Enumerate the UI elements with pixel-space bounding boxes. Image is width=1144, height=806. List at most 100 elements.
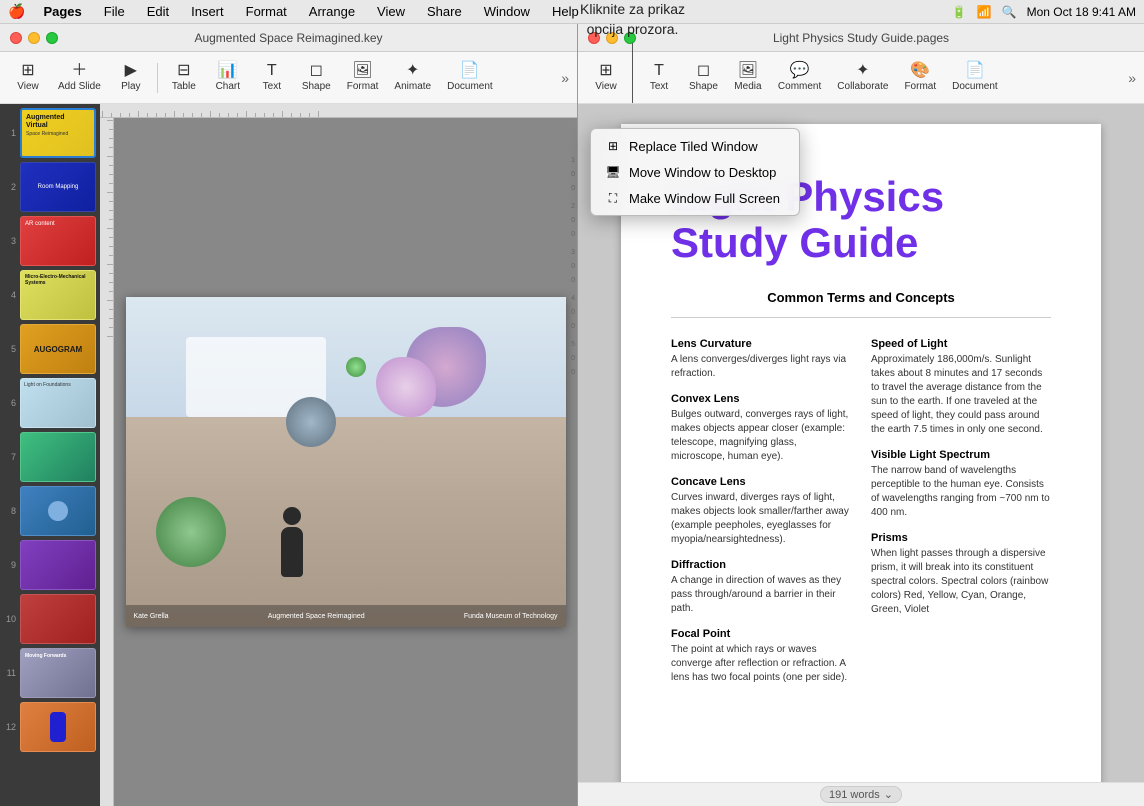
desktop: Augmented Space Reimagined.key ⊞ View ＋ … bbox=[0, 24, 1144, 806]
toolbar-view-label: View bbox=[17, 81, 39, 92]
menu-arrange[interactable]: Arrange bbox=[305, 2, 359, 21]
toolbar-format-keynote[interactable]: 🖼 Format bbox=[341, 59, 385, 96]
word-count-badge[interactable]: 191 words ⌄ bbox=[820, 786, 902, 803]
thumb-box-9[interactable] bbox=[20, 540, 96, 590]
toolbar-more-keynote[interactable]: » bbox=[561, 70, 569, 86]
slide-thumb-10[interactable]: 10 bbox=[4, 594, 96, 644]
pages-minimize-button[interactable] bbox=[606, 32, 618, 44]
thumb-box-4[interactable]: Micro-Electro-Mechanical Systems bbox=[20, 270, 96, 320]
thumb-box-1[interactable]: Augmented Virtual Space Reimagined bbox=[20, 108, 96, 158]
thumb-box-11[interactable]: Moving Forwards bbox=[20, 648, 96, 698]
toolbar-view-pages-label: View bbox=[595, 81, 617, 92]
toolbar-format-label: Format bbox=[347, 81, 379, 92]
toolbar-play[interactable]: ▶ Play bbox=[111, 59, 151, 96]
pages-zoom-button[interactable] bbox=[624, 32, 636, 44]
term-focal-point: Focal Point bbox=[671, 628, 851, 640]
close-button[interactable] bbox=[10, 32, 22, 44]
slide-num-5: 5 bbox=[4, 344, 16, 354]
slide-thumb-9[interactable]: 9 bbox=[4, 540, 96, 590]
slide-thumb-1[interactable]: 1 Augmented Virtual Space Reimagined bbox=[4, 108, 96, 158]
pages-close-button[interactable] bbox=[588, 32, 600, 44]
thumb-box-10[interactable] bbox=[20, 594, 96, 644]
thumb-box-5[interactable]: AUGOGRAM bbox=[20, 324, 96, 374]
slide-thumb-2[interactable]: 2 Room Mapping bbox=[4, 162, 96, 212]
menu-pages[interactable]: Pages bbox=[39, 2, 85, 21]
slide-thumb-3[interactable]: 3 AR content bbox=[4, 216, 96, 266]
slide-thumb-8[interactable]: 8 bbox=[4, 486, 96, 536]
toolbar-document-pages[interactable]: 📄 Document bbox=[946, 59, 1004, 96]
table-icon: ⊟ bbox=[177, 63, 190, 79]
battery-icon: 🔋 bbox=[952, 5, 967, 19]
thumb-box-6[interactable]: Light on Foundations bbox=[20, 378, 96, 428]
slide-num-4: 4 bbox=[4, 290, 16, 300]
doc-right-col: Speed of Light Approximately 186,000m/s.… bbox=[871, 338, 1051, 685]
slide-footer: Kate Grella Augmented Space Reimagined F… bbox=[126, 605, 566, 627]
slide-num-9: 9 bbox=[4, 560, 16, 570]
toolbar-text-pages[interactable]: T Text bbox=[639, 59, 679, 96]
toolbar-table[interactable]: ⊟ Table bbox=[164, 59, 204, 96]
document-icon: 📄 bbox=[460, 63, 480, 79]
def-lens-curvature: A lens converges/diverges light rays via… bbox=[671, 353, 851, 381]
menu-insert[interactable]: Insert bbox=[187, 2, 228, 21]
ruler-numbers: 100200300400500 bbox=[571, 154, 575, 380]
text-pages-icon: T bbox=[654, 63, 664, 79]
zoom-button[interactable] bbox=[46, 32, 58, 44]
thumb-box-7[interactable] bbox=[20, 432, 96, 482]
toolbar-document-keynote[interactable]: 📄 Document bbox=[441, 59, 499, 96]
thumb-box-2[interactable]: Room Mapping bbox=[20, 162, 96, 212]
menu-help[interactable]: Help bbox=[548, 2, 583, 21]
menu-share[interactable]: Share bbox=[423, 2, 466, 21]
ar-blob-4 bbox=[286, 397, 336, 447]
toolbar-comment-pages-label: Comment bbox=[778, 81, 821, 92]
menu-view[interactable]: View bbox=[373, 2, 409, 21]
pages-document: Light Physics Study Guide Common Terms a… bbox=[621, 124, 1101, 782]
keynote-body: 1 Augmented Virtual Space Reimagined 2 bbox=[0, 104, 577, 806]
figure-person bbox=[281, 507, 303, 577]
pages-status-bar: 191 words ⌄ bbox=[578, 782, 1144, 806]
def-diffraction: A change in direction of waves as they p… bbox=[671, 574, 851, 616]
thumb-box-8[interactable] bbox=[20, 486, 96, 536]
slide-num-10: 10 bbox=[4, 614, 16, 624]
slide-thumb-5[interactable]: 5 AUGOGRAM bbox=[4, 324, 96, 374]
minimize-button[interactable] bbox=[28, 32, 40, 44]
slide-thumb-7[interactable]: 7 bbox=[4, 432, 96, 482]
slide-thumb-12[interactable]: 12 bbox=[4, 702, 96, 752]
full-screen-icon: ⛶ bbox=[605, 190, 621, 206]
slides-panel[interactable]: 1 Augmented Virtual Space Reimagined 2 bbox=[0, 104, 100, 806]
toolbar-collaborate-pages[interactable]: ✦ Collaborate bbox=[831, 59, 894, 96]
toolbar-media-pages[interactable]: 🖼 Media bbox=[728, 59, 768, 96]
toolbar-chart[interactable]: 📊 Chart bbox=[208, 59, 248, 96]
toolbar-view[interactable]: ⊞ View bbox=[8, 59, 48, 96]
slide-thumb-6[interactable]: 6 Light on Foundations bbox=[4, 378, 96, 428]
def-visible-light: The narrow band of wavelengths perceptib… bbox=[871, 464, 1051, 520]
toolbar-shape[interactable]: ◻ Shape bbox=[296, 59, 337, 96]
menu-edit[interactable]: Edit bbox=[143, 2, 173, 21]
apple-menu[interactable]: 🍎 bbox=[8, 3, 25, 20]
toolbar-add-slide[interactable]: ＋ Add Slide bbox=[52, 59, 107, 96]
term-lens-curvature: Lens Curvature bbox=[671, 338, 851, 350]
menu-format[interactable]: Format bbox=[242, 2, 291, 21]
toolbar-shape-pages[interactable]: ◻ Shape bbox=[683, 59, 724, 96]
search-icon[interactable]: 🔍 bbox=[1002, 5, 1017, 19]
toolbar-text[interactable]: T Text bbox=[252, 59, 292, 96]
menu-file[interactable]: File bbox=[100, 2, 129, 21]
thumb-box-12[interactable] bbox=[20, 702, 96, 752]
ctx-move-desktop[interactable]: 🖥 Move Window to Desktop bbox=[591, 159, 799, 185]
toolbar-sep-1 bbox=[157, 63, 158, 93]
toolbar-comment-pages[interactable]: 💬 Comment bbox=[772, 59, 827, 96]
ctx-replace-tiled[interactable]: ⊞ Replace Tiled Window bbox=[591, 133, 799, 159]
format-pages-icon: 🎨 bbox=[910, 63, 930, 79]
toolbar-format-pages[interactable]: 🎨 Format bbox=[898, 59, 942, 96]
toolbar-animate[interactable]: ✦ Animate bbox=[388, 59, 437, 96]
toolbar-view-pages[interactable]: ⊞ View bbox=[586, 59, 626, 96]
ctx-full-screen[interactable]: ⛶ Make Window Full Screen bbox=[591, 185, 799, 211]
slide-thumb-11[interactable]: 11 Moving Forwards bbox=[4, 648, 96, 698]
menu-window[interactable]: Window bbox=[480, 2, 534, 21]
move-desktop-icon: 🖥 bbox=[605, 164, 621, 180]
slide-thumb-4[interactable]: 4 Micro-Electro-Mechanical Systems bbox=[4, 270, 96, 320]
def-prisms: When light passes through a dispersive p… bbox=[871, 547, 1051, 617]
slide-num-6: 6 bbox=[4, 398, 16, 408]
toolbar-more-pages[interactable]: » bbox=[1128, 70, 1136, 86]
thumb-box-3[interactable]: AR content bbox=[20, 216, 96, 266]
ctx-move-desktop-label: Move Window to Desktop bbox=[629, 165, 776, 180]
